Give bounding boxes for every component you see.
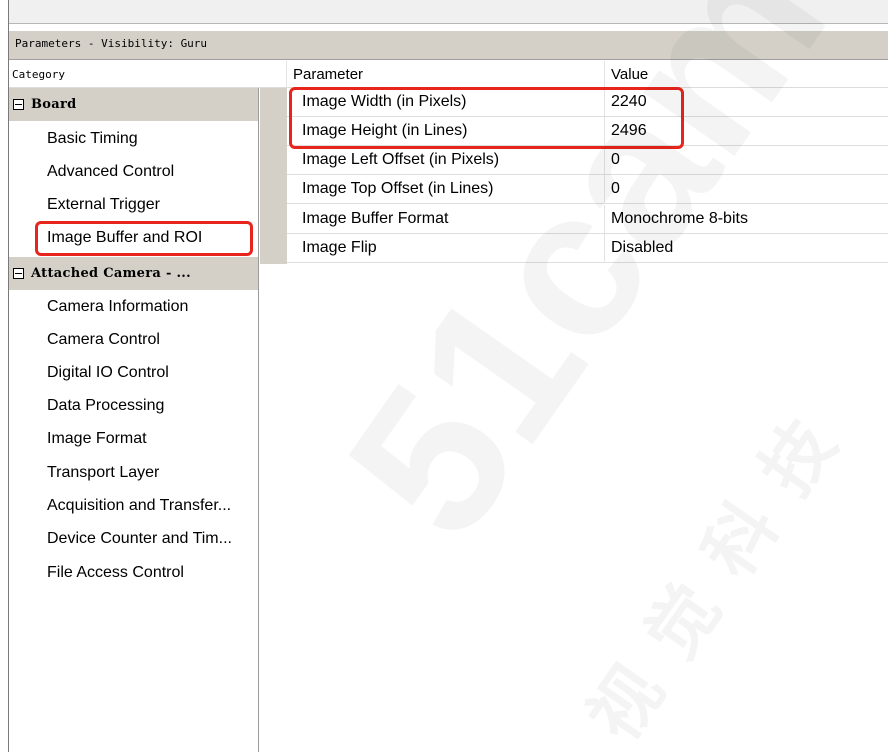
category-group-attached-camera[interactable]: Attached Camera - ... bbox=[9, 257, 258, 290]
parameter-value: Disabled bbox=[611, 239, 674, 256]
collapse-minus-icon[interactable] bbox=[13, 268, 24, 279]
parameter-column-header[interactable]: Parameter bbox=[286, 61, 604, 88]
category-group-label: Attached Camera - ... bbox=[31, 266, 191, 281]
category-item-image-format[interactable]: Image Format bbox=[47, 424, 147, 454]
category-group-board[interactable]: Board bbox=[9, 88, 258, 121]
category-item-device-counter[interactable]: Device Counter and Tim... bbox=[47, 524, 232, 554]
parameter-value-field[interactable]: 0 bbox=[604, 175, 888, 204]
parameter-row-gutter bbox=[260, 88, 287, 264]
table-row[interactable]: Image Flip Disabled bbox=[287, 234, 888, 263]
table-row[interactable]: Image Buffer Format Monochrome 8-bits bbox=[287, 205, 888, 234]
category-group-label: Board bbox=[31, 97, 77, 112]
watermark-cjk: 视觉科技 bbox=[560, 372, 872, 752]
parameter-name: Image Flip bbox=[302, 239, 377, 256]
category-item-digital-io-control[interactable]: Digital IO Control bbox=[47, 358, 169, 388]
parameter-name: Image Left Offset (in Pixels) bbox=[302, 151, 500, 168]
category-item-transport-layer[interactable]: Transport Layer bbox=[47, 458, 159, 488]
category-item-acquisition-transfer[interactable]: Acquisition and Transfer... bbox=[47, 491, 231, 521]
category-item-camera-information[interactable]: Camera Information bbox=[47, 292, 188, 322]
table-row[interactable]: Image Top Offset (in Lines) 0 bbox=[287, 175, 888, 204]
category-column-header[interactable]: Category bbox=[9, 61, 259, 88]
parameter-value-field[interactable]: Monochrome 8-bits bbox=[604, 205, 888, 234]
parameter-value: 0 bbox=[611, 180, 620, 197]
table-row[interactable]: Image Left Offset (in Pixels) 0 bbox=[287, 146, 888, 175]
category-header-label: Category bbox=[12, 68, 65, 81]
category-tree: Board Basic Timing Advanced Control Exte… bbox=[9, 88, 259, 752]
category-item-camera-control[interactable]: Camera Control bbox=[47, 325, 160, 355]
collapse-minus-icon[interactable] bbox=[13, 99, 24, 110]
parameters-panel-header: Parameters - Visibility: Guru bbox=[9, 30, 888, 60]
parameter-value: 0 bbox=[611, 151, 620, 168]
value-column-header[interactable]: Value bbox=[604, 61, 888, 88]
column-headers: Category Parameter Value bbox=[9, 61, 888, 88]
parameter-name: Image Buffer Format bbox=[302, 210, 449, 227]
parameter-value-field[interactable]: 0 bbox=[604, 146, 888, 175]
parameter-name: Image Top Offset (in Lines) bbox=[302, 180, 494, 197]
category-item-file-access-control[interactable]: File Access Control bbox=[47, 558, 184, 588]
parameter-header-label: Parameter bbox=[293, 66, 364, 83]
parameter-value: Monochrome 8-bits bbox=[611, 210, 748, 227]
category-item-data-processing[interactable]: Data Processing bbox=[47, 391, 164, 421]
roi-highlight-box bbox=[35, 221, 253, 256]
panel-title: Parameters - Visibility: Guru bbox=[15, 37, 208, 50]
category-item-advanced-control[interactable]: Advanced Control bbox=[47, 157, 174, 187]
dimensions-highlight-box bbox=[289, 87, 684, 149]
parameter-value-field[interactable]: Disabled bbox=[604, 234, 888, 263]
value-header-label: Value bbox=[611, 66, 649, 83]
toolbar-strip bbox=[9, 0, 888, 24]
category-item-external-trigger[interactable]: External Trigger bbox=[47, 190, 160, 220]
category-item-basic-timing[interactable]: Basic Timing bbox=[47, 124, 138, 154]
